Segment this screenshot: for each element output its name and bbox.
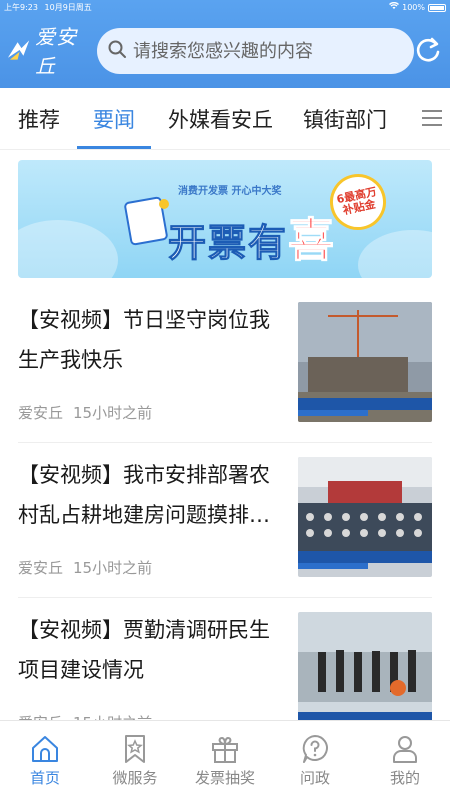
news-title: 【安视频】贾勤清调研民生项目建设情况	[18, 618, 270, 682]
news-thumbnail	[298, 302, 432, 422]
status-date: 10月9日周五	[44, 3, 92, 12]
nav-label: 我的	[389, 769, 420, 787]
bookmark-star-icon	[125, 735, 145, 763]
news-time: 15小时之前	[73, 559, 153, 577]
news-thumbnail	[298, 457, 432, 577]
nav-micro-service[interactable]: 微服务	[90, 729, 180, 799]
news-thumbnail	[298, 612, 432, 732]
gift-icon	[212, 736, 238, 763]
news-item[interactable]: 【安视频】节日坚守岗位我生产我快乐 爱安丘 15小时之前	[0, 288, 450, 443]
home-icon	[32, 736, 58, 762]
nav-label: 首页	[29, 769, 60, 787]
app-header: 上午9:23 10月9日周五 100% 爱安丘	[0, 0, 450, 88]
status-bar: 上午9:23 10月9日周五 100%	[0, 0, 450, 16]
tab-town-departments[interactable]: 镇街部门	[303, 104, 387, 134]
status-right: 100%	[389, 0, 446, 16]
category-tabs: 推荐 要闻 外媒看安丘 镇街部门	[0, 88, 450, 150]
news-title: 【安视频】节日坚守岗位我生产我快乐	[18, 308, 270, 372]
battery-icon	[428, 4, 446, 12]
banner-title-part2: 喜	[288, 213, 337, 268]
nav-mine[interactable]: 我的	[360, 729, 450, 799]
news-time: 15小时之前	[73, 404, 153, 422]
question-icon	[302, 735, 328, 763]
status-time: 上午9:23	[4, 3, 38, 12]
status-left: 上午9:23 10月9日周五	[4, 0, 96, 16]
search-input[interactable]	[133, 40, 403, 62]
promo-banner[interactable]: 消费开发票 开心中大奖 开票有喜 6最高万补贴金	[18, 160, 432, 278]
banner-decoration	[18, 220, 118, 278]
user-icon	[393, 736, 417, 763]
nav-home[interactable]: 首页	[0, 729, 90, 799]
search-bar[interactable]	[97, 28, 414, 74]
logo-text: 爱安丘	[35, 25, 78, 78]
banner-title-part1: 开票有	[167, 221, 289, 266]
search-icon	[107, 39, 127, 63]
news-meta: 爱安丘 15小时之前	[18, 557, 152, 578]
bottom-navigation: 首页 微服务 发票抽奖 问政 我的	[0, 720, 450, 800]
tab-foreign-media[interactable]: 外媒看安丘	[168, 104, 273, 134]
battery-percent: 100%	[402, 3, 425, 12]
banner-title: 开票有喜	[167, 204, 337, 270]
wifi-icon	[389, 0, 400, 16]
news-item[interactable]: 【安视频】我市安排部署农村乱占耕地建房问题摸排… 爱安丘 15小时之前	[0, 443, 450, 598]
nav-label: 微服务	[112, 769, 158, 787]
tabs-divider	[0, 149, 450, 150]
refresh-icon[interactable]	[414, 36, 442, 64]
logo-bird-icon	[7, 40, 30, 60]
app-logo: 爱安丘	[6, 25, 96, 78]
news-meta: 爱安丘 15小时之前	[18, 402, 152, 423]
nav-invoice-lottery[interactable]: 发票抽奖	[180, 729, 270, 799]
banner-subtitle: 消费开发票 开心中大奖	[178, 186, 282, 197]
tab-headlines[interactable]: 要闻	[93, 104, 135, 134]
news-source: 爱安丘	[18, 404, 64, 422]
news-title: 【安视频】我市安排部署农村乱占耕地建房问题摸排…	[18, 463, 270, 527]
menu-icon[interactable]	[420, 106, 444, 130]
nav-label: 发票抽奖	[194, 769, 255, 787]
nav-label: 问政	[299, 769, 330, 787]
nav-inquiry[interactable]: 问政	[270, 729, 360, 799]
tab-recommend[interactable]: 推荐	[18, 104, 60, 134]
banner-decoration	[358, 230, 432, 278]
news-source: 爱安丘	[18, 559, 64, 577]
